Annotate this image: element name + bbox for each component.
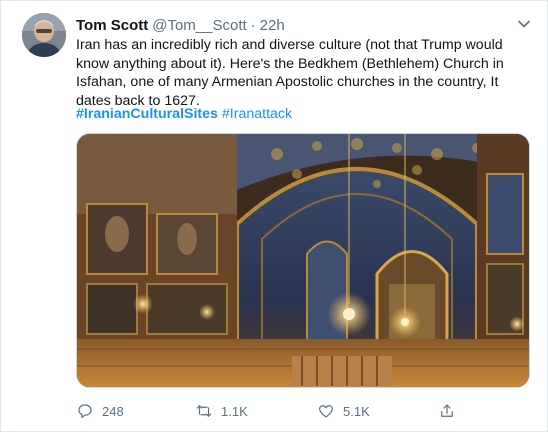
tweet-header: Tom Scott @Tom__Scott · 22h [76,15,285,35]
retweet-icon [196,405,212,417]
author-handle[interactable]: @Tom__Scott [152,17,246,34]
reply-button[interactable]: 248 [76,402,124,420]
tweet-actions-bar: 248 1.1K 5.1K [76,401,456,421]
church-interior-photo [77,134,529,387]
hashtag-link[interactable]: #Iranattack [222,106,292,122]
tweet-card[interactable]: Tom Scott @Tom__Scott · 22h Iran has an … [0,0,548,432]
like-count: 5.1K [343,403,370,419]
like-button[interactable]: 5.1K [317,402,370,420]
retweet-count: 1.1K [221,403,248,419]
tweet-media-image[interactable] [76,133,530,388]
tweet-body: Iran has an incredibly rich and diverse … [76,37,504,109]
hashtag-link[interactable]: #IranianCulturalSites [76,106,218,122]
avatar[interactable] [22,13,66,57]
heart-icon [319,405,333,418]
reply-count: 248 [102,403,124,419]
author-name[interactable]: Tom Scott [76,17,148,34]
chevron-down-icon[interactable] [515,15,533,33]
tweet-text: Iran has an incredibly rich and diverse … [76,36,536,110]
share-icon [441,404,453,417]
tweet-timestamp[interactable]: 22h [260,17,285,34]
separator-dot: · [250,16,256,34]
reply-icon [78,404,92,418]
avatar-photo [22,13,66,57]
share-button[interactable] [438,402,464,420]
hashtag-line: #IranianCulturalSites #Iranattack [76,106,292,122]
retweet-button[interactable]: 1.1K [195,402,248,420]
